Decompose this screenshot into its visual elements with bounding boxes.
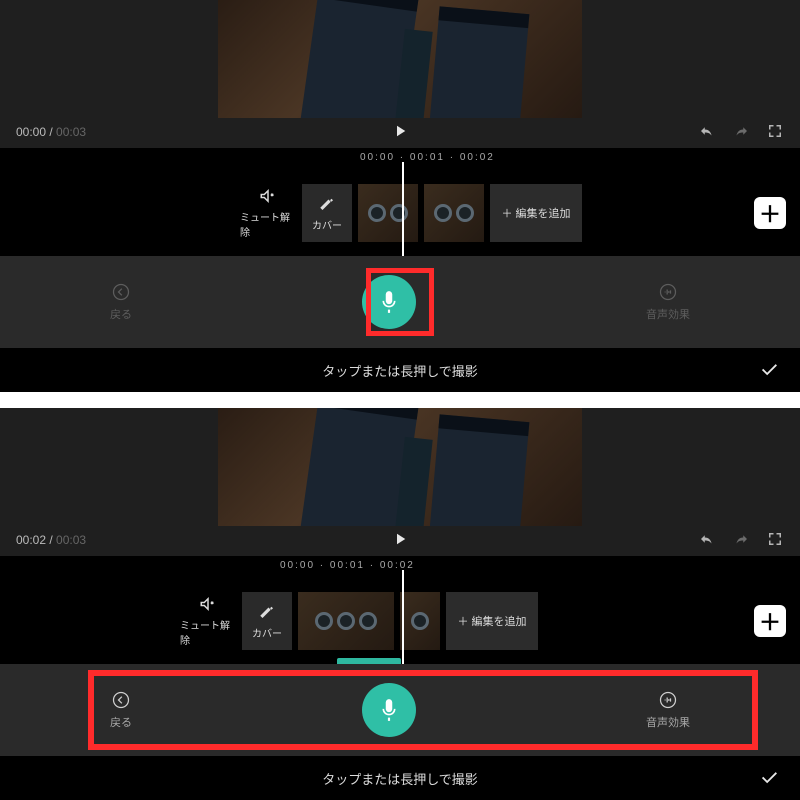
add-clip-button[interactable]: ＋ 編集を追加	[490, 184, 582, 242]
checkmark-icon	[758, 358, 780, 380]
annotation-highlight-mic	[366, 268, 434, 336]
cover-label: カバー	[312, 217, 342, 232]
add-clip-label: ＋ 編集を追加	[501, 205, 570, 221]
clip-thumbnail-2[interactable]	[400, 592, 440, 650]
voice-effect-button[interactable]: 音声効果	[646, 282, 690, 322]
video-preview-area: 00:02 / 00:03	[0, 408, 800, 556]
confirm-button[interactable]	[758, 358, 780, 383]
add-clip-button[interactable]: ＋ 編集を追加	[446, 592, 538, 650]
voice-effect-icon	[658, 282, 678, 302]
record-action-bar: 戻る 音声効果	[0, 664, 800, 756]
footer-bar: タップまたは長押しで撮影	[0, 756, 800, 800]
pencil-icon	[258, 603, 276, 621]
play-icon	[391, 122, 409, 140]
footer-hint: タップまたは長押しで撮影	[322, 769, 478, 788]
editor-panel-state-1: 00:00 / 00:03 00:00 · 00:01 · 00:0	[0, 0, 800, 392]
video-preview-area: 00:00 / 00:03	[0, 0, 800, 148]
cover-button[interactable]: カバー	[302, 184, 352, 242]
pencil-icon	[318, 195, 336, 213]
timeline-playhead[interactable]	[402, 570, 404, 672]
cover-label: カバー	[252, 625, 282, 640]
checkmark-icon	[758, 766, 780, 788]
record-action-bar: 戻る 音声効果	[0, 256, 800, 348]
back-circle-icon	[111, 282, 131, 302]
timeline-ruler: 00:00 · 00:01 · 00:02	[0, 148, 800, 170]
play-button[interactable]	[16, 530, 784, 551]
timeline-ticks: 00:00 · 00:01 · 00:02	[360, 152, 495, 163]
timeline-ticks: 00:00 · 00:01 · 00:02	[280, 560, 415, 571]
clip-thumbnail-2[interactable]	[424, 184, 484, 242]
plus-icon: ＋	[759, 197, 781, 229]
annotation-highlight-bar	[88, 670, 758, 750]
play-button[interactable]	[16, 122, 784, 143]
footer-hint: タップまたは長押しで撮影	[322, 361, 478, 380]
clip-thumbnail-1[interactable]	[298, 592, 394, 650]
video-preview[interactable]	[218, 408, 582, 526]
cover-button[interactable]: カバー	[242, 592, 292, 650]
transport-row: 00:00 / 00:03	[16, 118, 784, 146]
transport-row: 00:02 / 00:03	[16, 526, 784, 554]
speaker-muted-icon	[259, 187, 277, 205]
unmute-label: ミュート解除	[180, 617, 236, 647]
plus-icon: ＋	[759, 605, 781, 637]
timeline-ruler: 00:00 · 00:01 · 00:02	[0, 556, 800, 578]
timeline-track[interactable]: ミュート解除 カバー ＋ 編集を追加 ＋	[0, 578, 800, 664]
clip-thumbnail-1[interactable]	[358, 184, 418, 242]
timeline-playhead[interactable]	[402, 162, 404, 264]
add-clip-label: ＋ 編集を追加	[457, 613, 526, 629]
video-preview[interactable]	[218, 0, 582, 118]
unmute-label: ミュート解除	[240, 209, 296, 239]
speaker-muted-icon	[199, 595, 217, 613]
back-label: 戻る	[110, 306, 132, 322]
add-track-button[interactable]: ＋	[754, 605, 786, 637]
editor-panel-state-2: 00:02 / 00:03 00:00 · 00:01 · 00:0	[0, 408, 800, 800]
voice-effect-label: 音声効果	[646, 306, 690, 322]
unmute-button[interactable]: ミュート解除	[180, 592, 236, 650]
confirm-button[interactable]	[758, 766, 780, 791]
back-button[interactable]: 戻る	[110, 282, 132, 322]
footer-bar: タップまたは長押しで撮影	[0, 348, 800, 392]
add-track-button[interactable]: ＋	[754, 197, 786, 229]
play-icon	[391, 530, 409, 548]
timeline-track[interactable]: ミュート解除 カバー ＋ 編集を追加 ＋	[0, 170, 800, 256]
unmute-button[interactable]: ミュート解除	[240, 184, 296, 242]
